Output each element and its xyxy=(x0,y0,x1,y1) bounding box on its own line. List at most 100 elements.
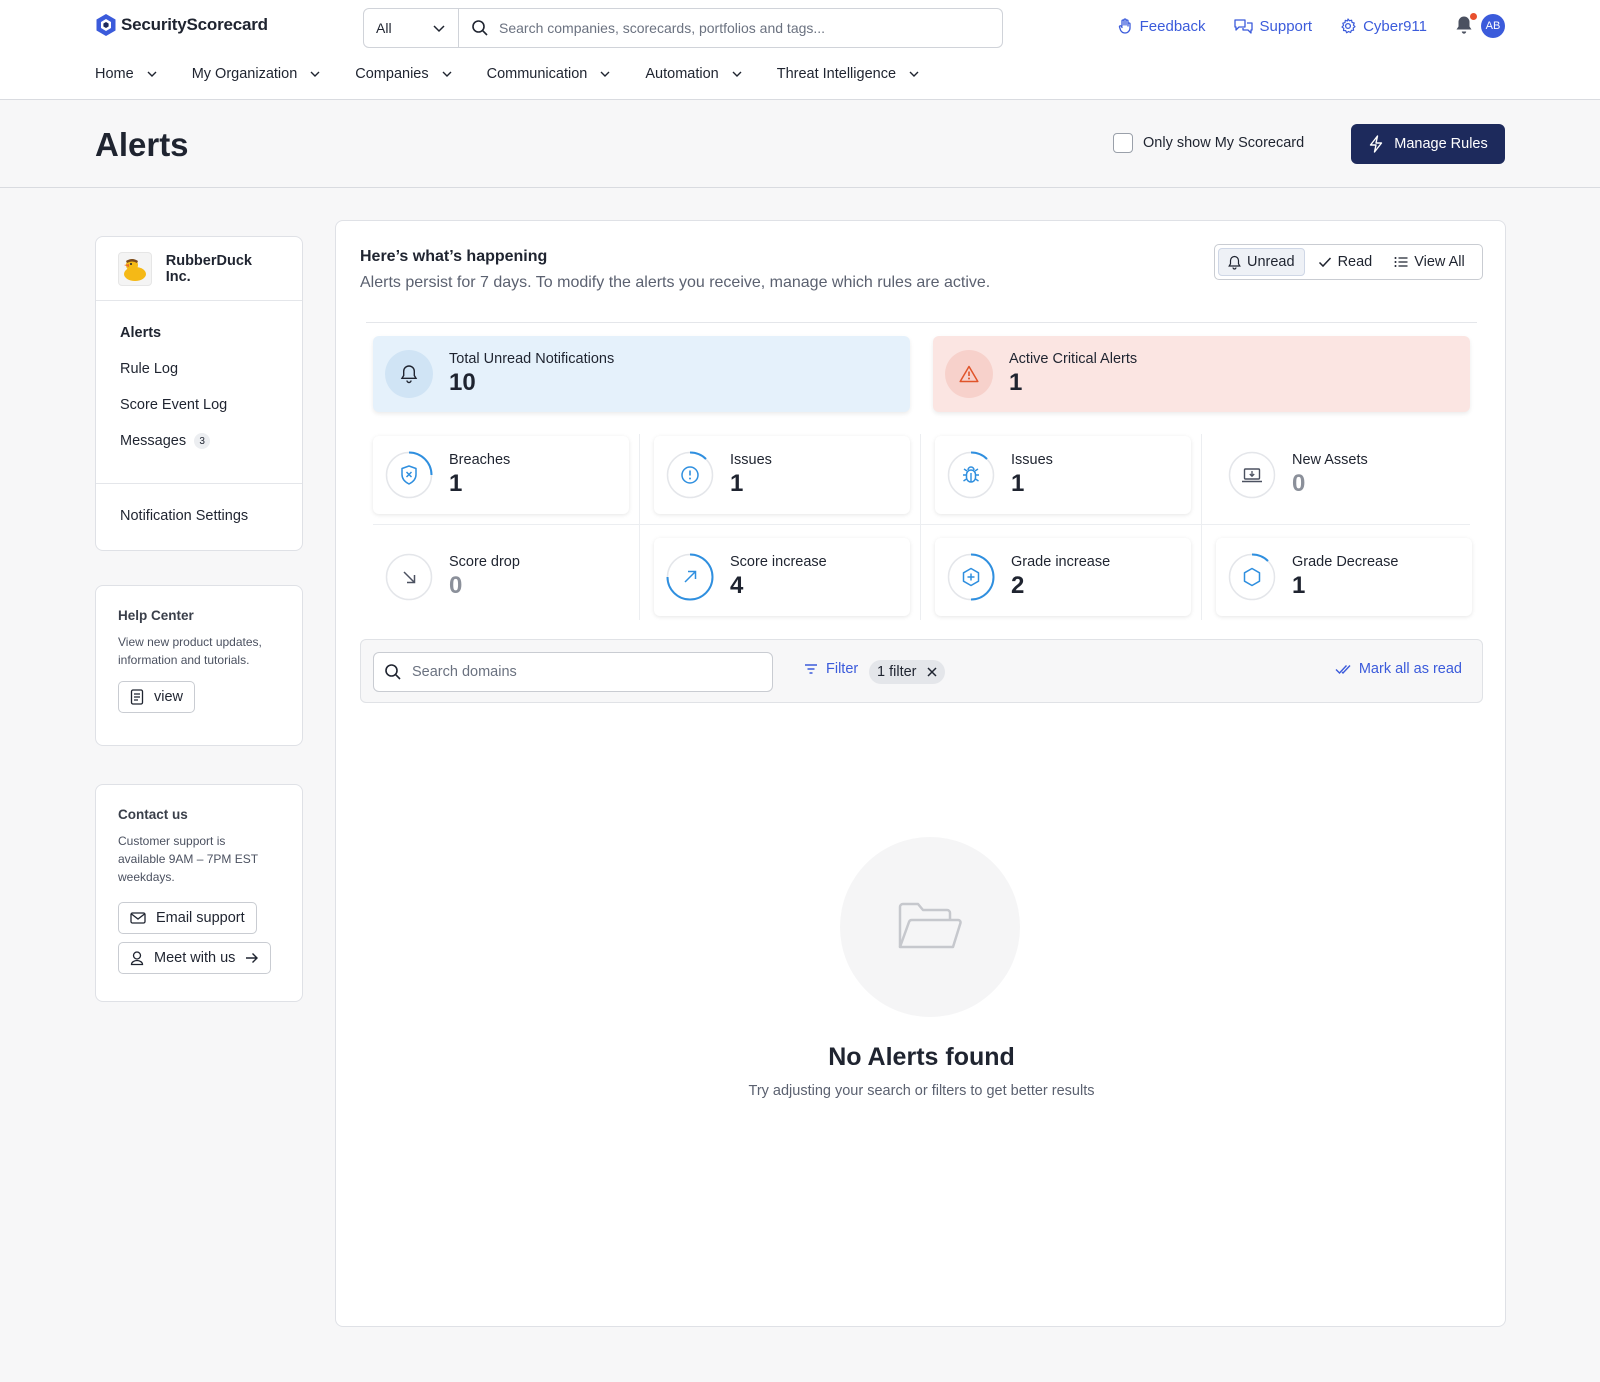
stat-issues[interactable]: Issues 1 xyxy=(654,436,910,514)
user-avatar[interactable]: AB xyxy=(1481,14,1505,38)
stat-breaches[interactable]: Breaches 1 xyxy=(373,436,629,514)
toggle-view-all[interactable]: View All xyxy=(1385,248,1474,276)
nav-threat-intelligence-label: Threat Intelligence xyxy=(776,66,897,82)
support-link[interactable]: Support xyxy=(1233,17,1313,35)
bell-icon xyxy=(385,350,433,398)
domain-search-input[interactable] xyxy=(412,664,762,680)
cyber911-link[interactable]: Cyber911 xyxy=(1340,18,1427,35)
toggle-read[interactable]: Read xyxy=(1309,248,1382,276)
stat-label: Issues xyxy=(730,452,772,468)
alerts-panel: Here’s what’s happening Alerts persist f… xyxy=(335,220,1506,1327)
document-icon xyxy=(130,689,144,705)
help-center-view-label: view xyxy=(154,689,184,705)
chevron-down-icon xyxy=(309,68,321,80)
org-header: RubberDuck Inc. xyxy=(96,237,302,301)
notification-dot xyxy=(1470,13,1477,20)
filter-label: Filter xyxy=(826,661,859,677)
sidebar-item-label: Rule Log xyxy=(120,361,179,377)
sidebar-item-rule-log[interactable]: Rule Log xyxy=(120,351,302,387)
nav-companies[interactable]: Companies xyxy=(355,66,452,82)
brand-logo[interactable]: SecurityScorecard xyxy=(95,13,268,37)
sidebar-item-label: Alerts xyxy=(120,325,162,341)
chevron-down-icon xyxy=(731,68,743,80)
sidebar-item-alerts[interactable]: Alerts xyxy=(120,315,302,351)
sidebar-item-messages[interactable]: Messages 3 xyxy=(120,423,302,459)
messages-count-badge: 3 xyxy=(194,433,211,449)
stat-grade-increase[interactable]: Grade increase 2 xyxy=(935,538,1191,616)
critical-alerts-label: Active Critical Alerts xyxy=(1009,351,1138,367)
nav-communication-label: Communication xyxy=(486,66,588,82)
hand-icon xyxy=(1117,18,1133,34)
stat-value: 0 xyxy=(449,572,463,599)
total-unread-tile[interactable]: Total Unread Notifications 10 xyxy=(373,336,910,412)
nav-communication[interactable]: Communication xyxy=(487,66,612,82)
total-unread-label: Total Unread Notifications xyxy=(449,351,615,367)
nav-home-label: Home xyxy=(95,66,134,82)
email-support-button[interactable]: Email support xyxy=(118,902,257,934)
org-card: RubberDuck Inc. Alerts Rule Log Score Ev… xyxy=(95,236,303,551)
arrow-down-right-icon xyxy=(385,553,433,601)
sidebar-item-label: Messages xyxy=(120,433,187,449)
stat-label: Score drop xyxy=(449,554,520,570)
grid-divider xyxy=(1201,434,1202,620)
nav-my-organization-label: My Organization xyxy=(191,66,298,82)
nav-companies-label: Companies xyxy=(355,66,429,82)
filter-button[interactable]: Filter xyxy=(804,661,858,677)
meet-with-us-label: Meet with us xyxy=(154,950,236,966)
critical-alerts-value: 1 xyxy=(1009,369,1023,396)
search-scope-value: All xyxy=(376,20,392,36)
stat-score-drop[interactable]: Score drop 0 xyxy=(373,538,629,616)
empty-state-subtitle: Try adjusting your search or filters to … xyxy=(748,1083,1095,1099)
help-center-view-button[interactable]: view xyxy=(118,681,196,713)
stat-score-increase[interactable]: Score increase 4 xyxy=(654,538,910,616)
laptop-download-icon xyxy=(1228,451,1276,499)
toggle-read-label: Read xyxy=(1337,254,1373,270)
hexagon-icon xyxy=(1228,553,1276,601)
feedback-link[interactable]: Feedback xyxy=(1117,18,1206,35)
global-search[interactable] xyxy=(459,8,1003,48)
grid-divider xyxy=(373,524,1470,525)
stat-value: 1 xyxy=(449,470,463,497)
nav-my-organization[interactable]: My Organization xyxy=(192,66,322,82)
page-title-bar: Alerts Only show My Scorecard Manage Rul… xyxy=(0,100,1600,188)
active-filter-chip: 1 filter xyxy=(869,660,945,684)
sidebar-item-notification-settings[interactable]: Notification Settings xyxy=(96,484,302,524)
divider xyxy=(366,322,1477,323)
mark-all-read-button[interactable]: Mark all as read xyxy=(1335,661,1462,677)
mark-all-read-label: Mark all as read xyxy=(1358,661,1462,677)
warning-triangle-icon xyxy=(945,350,993,398)
help-center-title: Help Center xyxy=(118,608,194,623)
global-search-input[interactable] xyxy=(499,20,990,36)
check-icon xyxy=(1318,256,1332,268)
contact-us-title: Contact us xyxy=(118,807,188,822)
main-nav: Home My Organization Companies Communica… xyxy=(95,66,920,82)
manage-rules-button[interactable]: Manage Rules xyxy=(1351,124,1505,164)
search-scope-select[interactable]: All xyxy=(363,8,459,48)
stat-value: 4 xyxy=(730,572,744,599)
stat-grade-decrease[interactable]: Grade Decrease 1 xyxy=(1216,538,1472,616)
list-icon xyxy=(1394,256,1408,268)
stat-new-assets[interactable]: New Assets 0 xyxy=(1216,436,1472,514)
domain-search[interactable] xyxy=(373,652,773,692)
stat-issues-vulnerabilities[interactable]: Issues 1 xyxy=(935,436,1191,514)
nav-automation[interactable]: Automation xyxy=(645,66,742,82)
only-my-scorecard-checkbox[interactable] xyxy=(1113,133,1133,153)
nav-home[interactable]: Home xyxy=(95,66,158,82)
only-my-scorecard-toggle[interactable]: Only show My Scorecard xyxy=(1113,133,1304,153)
close-icon[interactable] xyxy=(926,667,937,677)
stat-label: Grade Decrease xyxy=(1292,554,1399,570)
toggle-unread[interactable]: Unread xyxy=(1218,248,1305,276)
top-header: SecurityScorecard All Feedback Support C… xyxy=(0,0,1600,100)
contact-us-text: Customer support is available 9AM – 7PM … xyxy=(118,834,258,884)
meet-with-us-button[interactable]: Meet with us xyxy=(118,942,272,974)
cyber911-label: Cyber911 xyxy=(1363,17,1427,35)
total-unread-value: 10 xyxy=(449,369,476,396)
brand-name: SecurityScorecard xyxy=(121,15,268,34)
nav-threat-intelligence[interactable]: Threat Intelligence xyxy=(777,66,920,82)
notifications-button[interactable] xyxy=(1455,13,1477,37)
critical-alerts-tile[interactable]: Active Critical Alerts 1 xyxy=(933,336,1470,412)
sidebar-item-score-event-log[interactable]: Score Event Log xyxy=(120,387,302,423)
hexagon-plus-icon xyxy=(947,553,995,601)
support-label: Support xyxy=(1259,17,1313,35)
stat-label: Breaches xyxy=(449,452,511,468)
